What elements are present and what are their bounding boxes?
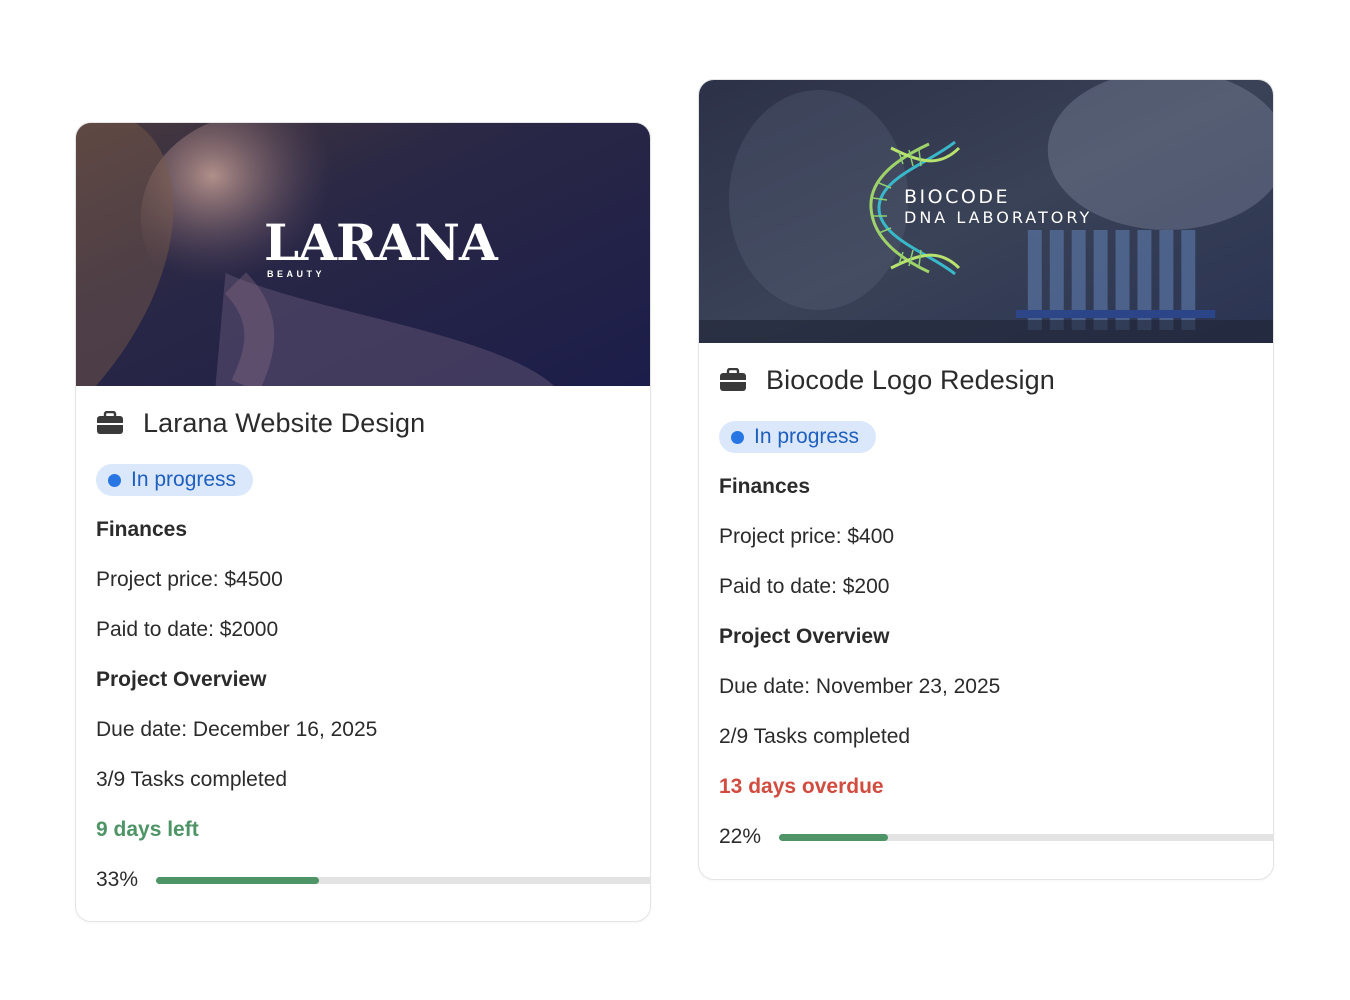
larana-logo: LARANA BEAUTY [264,213,498,280]
progress-row: 33% [96,864,650,896]
biocode-logo: BIOCODE DNA LABORATORY [904,186,1093,227]
cover-image: LARANA BEAUTY [76,123,650,386]
due-date: Due date: December 16, 2025 [96,718,378,741]
paid-to-date: Paid to date: $2000 [96,618,279,641]
tasks-completed: 3/9 Tasks completed [96,768,288,791]
dot-icon [108,473,121,487]
project-card[interactable]: BIOCODE DNA LABORATORY Biocode Logo Rede… [698,79,1274,880]
cover-image: BIOCODE DNA LABORATORY [699,80,1273,343]
briefcase-icon [96,410,124,435]
project-title[interactable]: Larana Website Design [143,408,425,439]
status-badge[interactable]: In progress [719,421,877,453]
tasks-completed: 2/9 Tasks completed [719,725,911,748]
progress-fill [156,876,320,884]
time-status: 9 days left [96,818,199,841]
project-price: Project price: $4500 [96,568,283,591]
due-date: Due date: November 23, 2025 [719,675,1001,698]
dot-icon [731,430,744,444]
paid-to-date: Paid to date: $200 [719,575,890,598]
finances-heading: Finances [719,475,811,498]
status-badge[interactable]: In progress [96,464,254,496]
status-label: In progress [131,468,237,491]
finances-heading: Finances [96,518,188,541]
status-label: In progress [754,425,860,448]
project-price: Project price: $400 [719,525,895,548]
briefcase-icon [719,367,747,392]
project-card[interactable]: LARANA BEAUTY Larana Website Design In p… [75,122,651,922]
progress-row: 22% [719,821,1273,853]
progress-track [779,833,1273,841]
overview-heading: Project Overview [96,668,267,691]
time-status: 13 days overdue [719,775,884,798]
project-title[interactable]: Biocode Logo Redesign [766,365,1055,396]
progress-track [156,876,650,884]
progress-percent: 22% [719,825,762,848]
progress-fill [779,833,888,841]
progress-percent: 33% [96,868,139,891]
overview-heading: Project Overview [719,625,890,648]
